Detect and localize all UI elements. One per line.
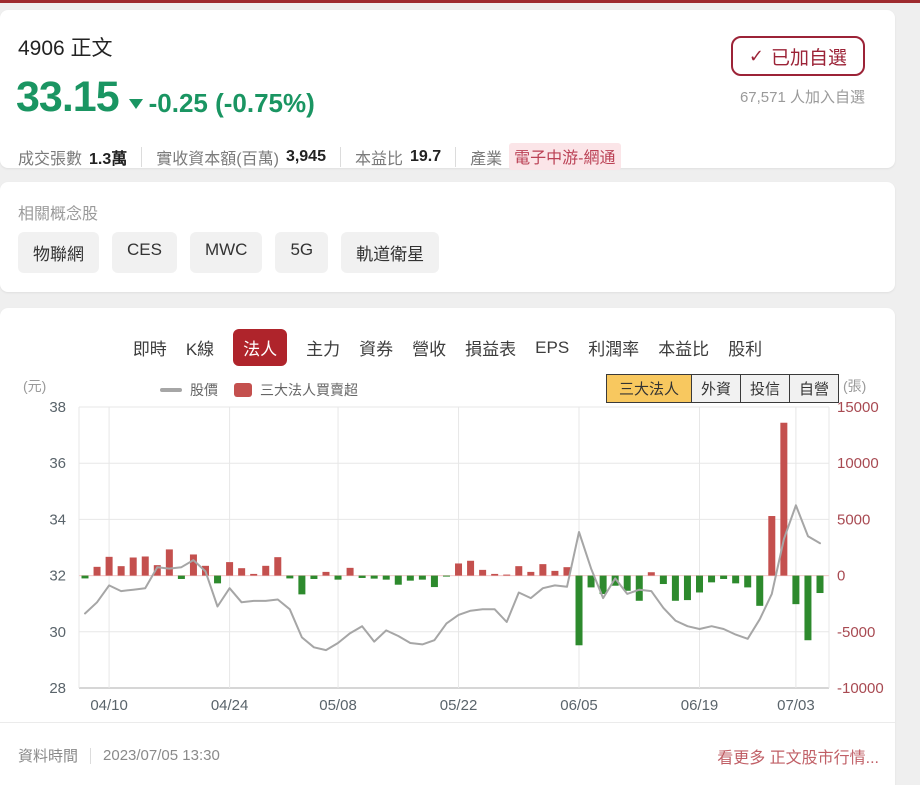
concept-tag-list: 物聯網 CES MWC 5G 軌道衛星: [18, 232, 440, 273]
stock-page: 4906 正文 33.15 -0.25 (-0.75%) 成交張數 1.3萬 實…: [0, 0, 920, 785]
tab-4[interactable]: 資券: [359, 329, 393, 366]
tab-9[interactable]: 本益比: [658, 329, 709, 366]
watchlist-button-label: 已加自選: [770, 47, 847, 69]
tab-1[interactable]: K線: [186, 329, 214, 366]
svg-text:5000: 5000: [837, 511, 870, 528]
concept-tag-2[interactable]: MWC: [189, 232, 263, 273]
stat-industry: 產業 電子中游-網通: [470, 143, 621, 170]
svg-text:06/05: 06/05: [560, 697, 598, 714]
svg-text:30: 30: [49, 624, 66, 641]
tab-2[interactable]: 法人: [233, 329, 288, 366]
svg-text:34: 34: [49, 511, 66, 528]
stock-price: 33.15: [16, 73, 120, 121]
data-timestamp: 2023/07/05 13:30: [103, 747, 220, 764]
svg-text:04/24: 04/24: [211, 697, 249, 714]
institutional-chart-card: 即時 K線 法人 主力 資券 營收 損益表 EPS 利潤率 本益比 股利 (元) (張) 股價 三大…: [0, 308, 895, 785]
concept-tag-4[interactable]: 軌道衛星: [341, 232, 440, 273]
tab-bar: 即時 K線 法人 主力 資券 營收 損益表 EPS 利潤率 本益比 股利: [0, 329, 895, 366]
added-to-watchlist-button[interactable]: ✓ 已加自選: [730, 36, 865, 76]
concept-tag-1[interactable]: CES: [112, 232, 177, 273]
data-time-label: 資料時間: [18, 748, 79, 765]
svg-text:0: 0: [837, 568, 845, 585]
page-title: 4906 正文: [18, 37, 113, 60]
concept-tag-0[interactable]: 物聯網: [18, 232, 99, 273]
divider: [0, 722, 895, 723]
svg-text:-5000: -5000: [837, 624, 875, 641]
tab-0[interactable]: 即時: [133, 329, 167, 366]
see-more-link[interactable]: 看更多 正文股市行情...: [717, 744, 879, 768]
svg-text:06/19: 06/19: [681, 697, 719, 714]
svg-text:36: 36: [49, 455, 66, 472]
related-concepts-card: 相關概念股 物聯網 CES MWC 5G 軌道衛星: [0, 182, 895, 292]
svg-text:05/08: 05/08: [319, 697, 357, 714]
check-icon: ✓: [748, 45, 764, 66]
svg-text:04/10: 04/10: [90, 697, 128, 714]
stat-pe-ratio: 本益比 19.7: [354, 147, 442, 168]
divider: [141, 146, 143, 167]
related-concepts-title: 相關概念股: [18, 206, 99, 223]
svg-text:28: 28: [49, 680, 66, 697]
svg-text:15000: 15000: [837, 399, 879, 416]
stat-volume: 成交張數 1.3萬: [18, 150, 128, 168]
svg-text:-10000: -10000: [837, 680, 884, 697]
svg-text:32: 32: [49, 568, 66, 585]
down-triangle-icon: [128, 99, 143, 109]
top-accent-bar: [0, 0, 920, 3]
divider: [339, 146, 341, 167]
svg-text:10000: 10000: [837, 455, 879, 472]
tab-8[interactable]: 利潤率: [588, 329, 639, 366]
legal-person-chart: 38 15000 36 10000 34 5000 32 0 30 -5000 28 -10000 04…: [49, 399, 884, 714]
concept-tag-3[interactable]: 5G: [275, 232, 329, 273]
stats-row: 成交張數 1.3萬 實收資本額(百萬) 3,945 本益比 19.7 產業 電子…: [18, 143, 621, 170]
tab-7[interactable]: EPS: [535, 332, 569, 364]
stat-capital: 實收資本額(百萬) 3,945: [156, 147, 326, 168]
price-change: -0.25 (-0.75%): [148, 88, 315, 118]
tab-10[interactable]: 股利: [728, 329, 762, 366]
svg-text:07/03: 07/03: [777, 697, 815, 714]
data-time-row: 資料時間 2023/07/05 13:30: [18, 745, 220, 766]
price-row: 33.15 -0.25 (-0.75%): [16, 76, 315, 119]
watchlist-count: 67,571 人加入自選: [739, 89, 865, 106]
stock-header-card: 4906 正文 33.15 -0.25 (-0.75%) 成交張數 1.3萬 實…: [0, 10, 895, 170]
divider: [455, 146, 457, 167]
tab-5[interactable]: 營收: [412, 329, 446, 366]
divider: [90, 747, 92, 764]
svg-text:38: 38: [49, 399, 66, 416]
svg-text:05/22: 05/22: [440, 697, 478, 714]
tab-6[interactable]: 損益表: [465, 329, 516, 366]
tab-3[interactable]: 主力: [306, 329, 340, 366]
industry-tag[interactable]: 電子中游-網通: [509, 143, 621, 170]
